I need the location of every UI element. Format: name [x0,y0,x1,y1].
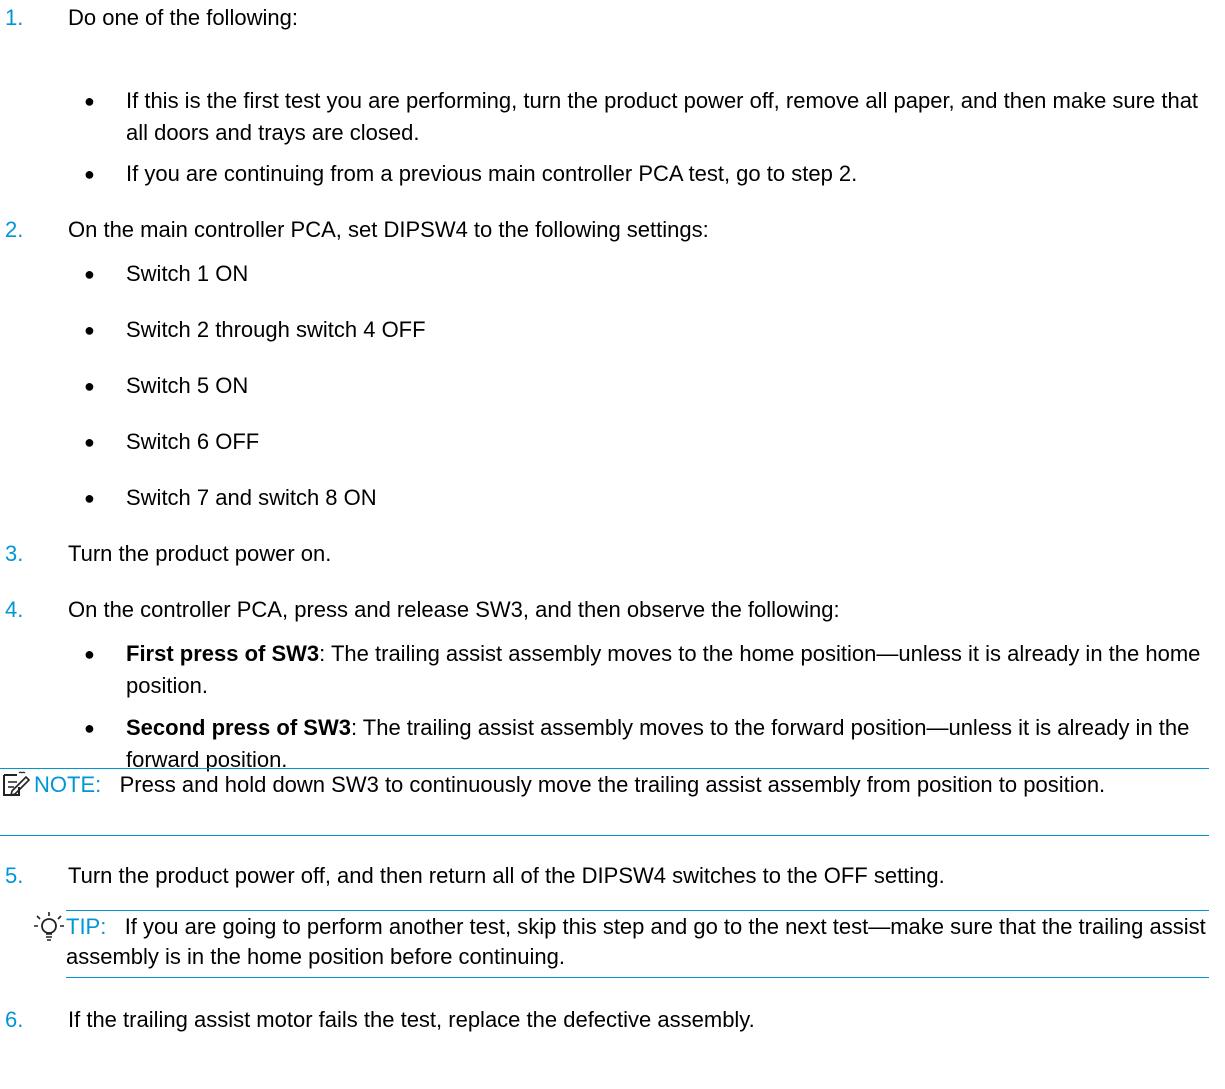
bullet-dot: ● [84,644,95,664]
bullet-bold-term: Second press of SW3 [126,715,351,740]
step-text: On the main controller PCA, set DIPSW4 t… [68,217,709,242]
note-content: NOTE: Press and hold down SW3 to continu… [34,770,1204,800]
step-number: 4. [5,597,24,622]
list-item: Switch 5 ON [126,373,249,398]
step-text: If the trailing assist motor fails the t… [68,1007,755,1032]
tip-text: If you are going to perform another test… [66,914,1206,969]
bullet-dot: ● [84,164,95,184]
bullet-dot: ● [84,91,95,111]
lightbulb-icon [32,910,66,954]
step-text: Turn the product power off, and then ret… [68,863,945,888]
note-label: NOTE: [34,772,102,797]
note-top-rule [0,768,1209,769]
tip-top-rule [66,910,1209,911]
tip-label: TIP: [66,914,107,939]
tip-bottom-rule [66,977,1209,978]
step-number: 1. [5,5,24,30]
bullet-bold-term: First press of SW3 [126,641,320,666]
list-item: Switch 2 through switch 4 OFF [126,317,426,342]
list-item: Switch 7 and switch 8 ON [126,485,377,510]
bullet-dot: ● [84,376,95,396]
list-item: If you are continuing from a previous ma… [126,161,858,186]
bullet-dot: ● [84,264,95,284]
step-text: On the controller PCA, press and release… [68,597,840,622]
note-bottom-rule [0,835,1209,836]
list-item: If this is the first test you are perfor… [126,88,1199,145]
step-number: 2. [5,217,24,242]
bullet-dot: ● [84,432,95,452]
step-text: Do one of the following: [68,5,298,30]
list-item: Switch 1 ON [126,261,249,286]
step-number: 5. [5,863,24,888]
list-item: Switch 6 OFF [126,429,260,454]
note-text: Press and hold down SW3 to continuously … [119,772,1106,797]
bullet-dot: ● [84,320,95,340]
step-text: Turn the product power on. [68,541,332,566]
step-number: 3. [5,541,24,566]
step-number: 6. [5,1007,24,1032]
tip-content: TIP: If you are going to perform another… [66,912,1209,972]
list-item: First press of SW3: The trailing assist … [126,638,1211,702]
note-icon [0,771,32,801]
list-item: Second press of SW3: The trailing assist… [126,712,1211,776]
bullet-dot: ● [84,488,95,508]
bullet-dot: ● [84,718,95,738]
